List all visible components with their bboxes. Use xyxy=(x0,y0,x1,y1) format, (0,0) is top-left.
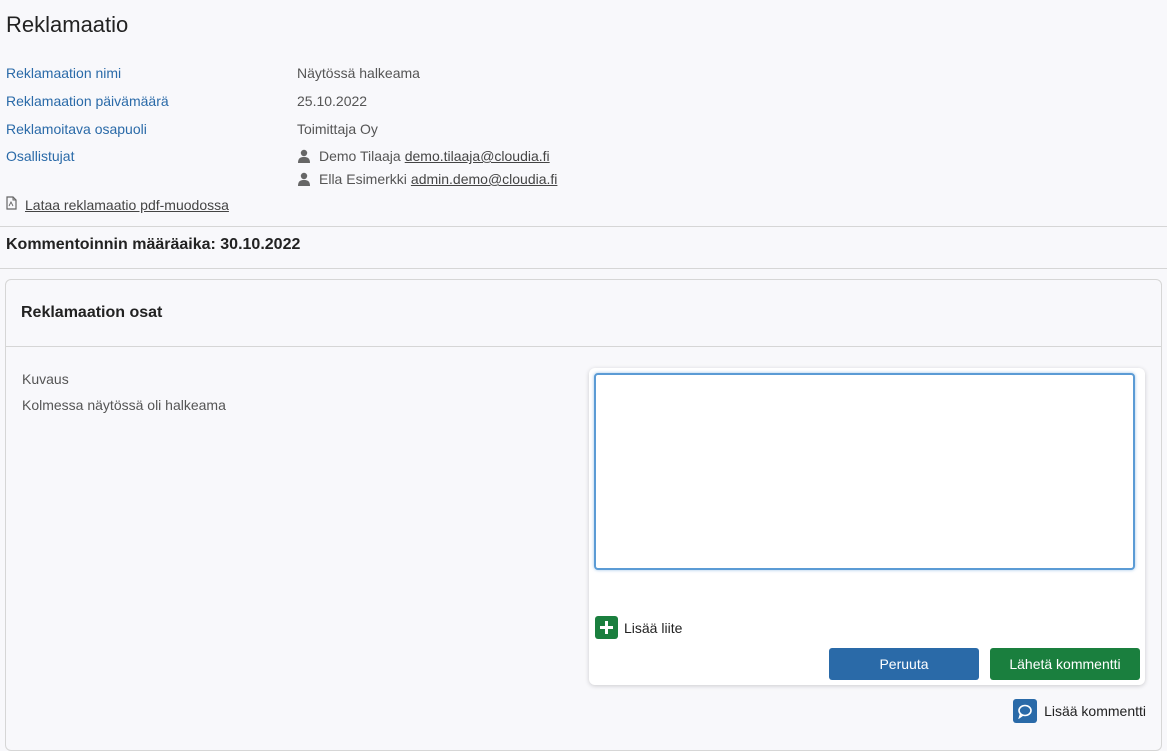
detail-value-party: Toimittaja Oy xyxy=(297,121,378,137)
add-comment-button[interactable]: Lisää kommentti xyxy=(1013,699,1146,723)
participants-label: Osallistujat xyxy=(6,148,75,164)
detail-label-date: Reklamaation päivämäärä xyxy=(6,93,169,109)
deadline-label: Kommentoinnin määräaika: xyxy=(6,236,216,253)
divider xyxy=(0,268,1167,269)
participant-name: Demo Tilaaja xyxy=(319,148,401,164)
deadline-date: 30.10.2022 xyxy=(220,236,301,253)
send-comment-button[interactable]: Lähetä kommentti xyxy=(990,648,1140,680)
participant-item: Ella Esimerkki admin.demo@cloudia.fi xyxy=(297,171,557,187)
pdf-download: Lataa reklamaatio pdf-muodossa xyxy=(6,196,229,213)
detail-value-name: Näytössä halkeama xyxy=(297,65,420,81)
claim-parts-panel: Reklamaation osat Kuvaus Kolmessa näytös… xyxy=(5,279,1162,751)
page-title: Reklamaatio xyxy=(6,12,129,37)
comment-form: Lisää liite Peruuta Lähetä kommentti xyxy=(589,368,1145,685)
speech-bubble-icon xyxy=(1013,699,1038,723)
pdf-file-icon xyxy=(6,196,17,213)
add-comment-label: Lisää kommentti xyxy=(1044,703,1146,719)
comment-input[interactable] xyxy=(594,373,1135,570)
person-icon xyxy=(297,172,311,186)
participant-item: Demo Tilaaja demo.tilaaja@cloudia.fi xyxy=(297,148,550,164)
participant-email-link[interactable]: admin.demo@cloudia.fi xyxy=(411,171,558,187)
comment-deadline: Kommentoinnin määräaika: 30.10.2022 xyxy=(6,236,300,254)
detail-label-name: Reklamaation nimi xyxy=(6,65,122,81)
description-text: Kolmessa näytössä oli halkeama xyxy=(22,397,226,413)
description-label: Kuvaus xyxy=(22,371,69,387)
participant-email-link[interactable]: demo.tilaaja@cloudia.fi xyxy=(405,148,550,164)
participant-name: Ella Esimerkki xyxy=(319,171,407,187)
pdf-download-link[interactable]: Lataa reklamaatio pdf-muodossa xyxy=(25,197,229,213)
divider xyxy=(0,226,1167,227)
detail-value-date: 25.10.2022 xyxy=(297,93,368,109)
panel-title: Reklamaation osat xyxy=(21,304,163,321)
add-attachment-button[interactable]: Lisää liite xyxy=(595,616,682,639)
person-icon xyxy=(297,149,311,163)
cancel-button[interactable]: Peruuta xyxy=(829,648,979,680)
add-attachment-label: Lisää liite xyxy=(624,619,683,636)
detail-label-party: Reklamoitava osapuoli xyxy=(6,121,147,137)
plus-icon xyxy=(595,616,618,639)
divider xyxy=(6,346,1161,347)
